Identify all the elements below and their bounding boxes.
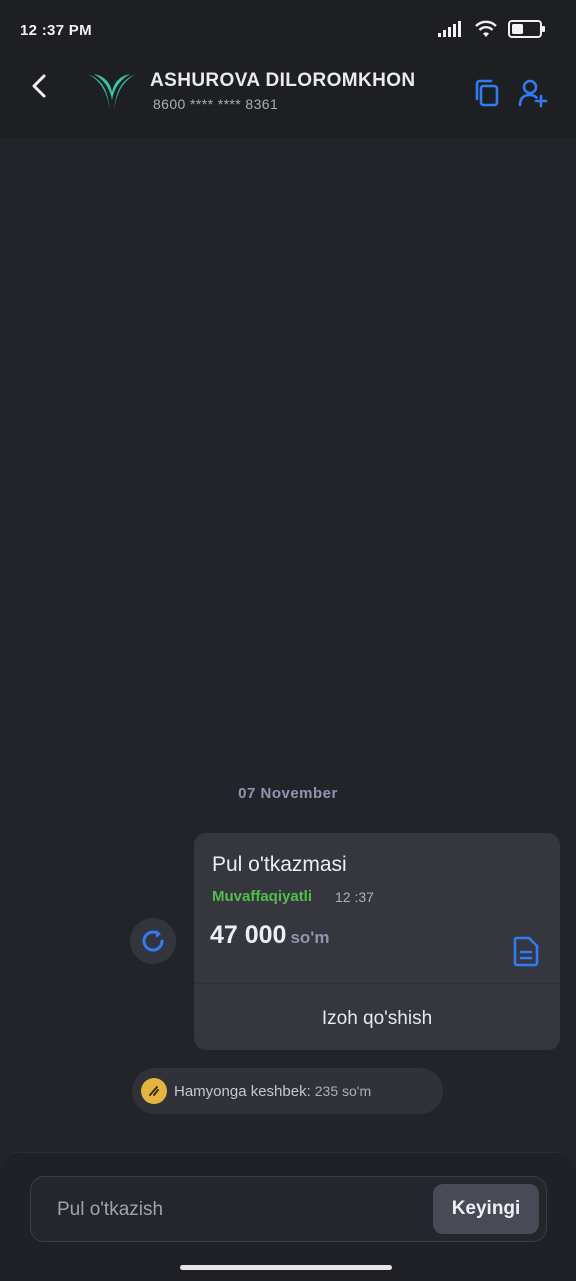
coin-icon	[141, 1078, 167, 1104]
copy-icon[interactable]	[472, 78, 502, 108]
status-bar: 12 :37 PM	[0, 0, 576, 60]
next-button[interactable]: Keyingi	[433, 1184, 539, 1234]
cashback-label: Hamyonga keshbek:	[174, 1082, 311, 1100]
transfer-amount-row: 47 000 so'm	[210, 921, 329, 950]
bank-logo	[88, 74, 136, 112]
transfer-amount: 47 000	[210, 921, 287, 949]
bubble-divider	[194, 983, 560, 984]
add-contact-icon[interactable]	[518, 78, 548, 108]
chat-header: ASHUROVA DILOROMKHON 8600 **** **** 8361	[0, 60, 576, 138]
refresh-icon	[142, 930, 164, 952]
chevron-left-icon[interactable]	[26, 72, 54, 100]
signal-icon	[438, 21, 461, 37]
cashback-amount: 235 so'm	[314, 1083, 372, 1099]
transfer-input[interactable]	[55, 1189, 419, 1231]
transfer-status: Muvaffaqiyatli	[212, 888, 313, 905]
transfer-time: 12 :37	[335, 889, 374, 905]
receipt-icon[interactable]	[512, 935, 540, 967]
cashback-badge: Hamyonga keshbek: 235 so'm	[132, 1068, 443, 1114]
transfer-title: Pul o'tkazmasi	[212, 853, 347, 876]
wifi-icon	[475, 20, 497, 37]
transfer-currency: so'm	[290, 928, 330, 947]
transfer-message[interactable]: Pul o'tkazmasi Muvaffaqiyatli 12 :37 47 …	[194, 833, 560, 1050]
recipient-name: ASHUROVA DILOROMKHON	[150, 70, 416, 91]
status-icons	[438, 20, 546, 38]
repeat-transfer-button[interactable]	[130, 918, 176, 964]
status-time: 12 :37 PM	[20, 22, 92, 39]
add-comment-button[interactable]: Izoh qo'shish	[194, 1008, 560, 1030]
battery-icon	[508, 20, 545, 38]
recipient-card-number: 8600 **** **** 8361	[153, 96, 279, 112]
date-separator: 07 November	[238, 785, 338, 802]
home-indicator[interactable]	[180, 1265, 392, 1270]
transfer-amount-field: Keyingi	[30, 1176, 547, 1242]
